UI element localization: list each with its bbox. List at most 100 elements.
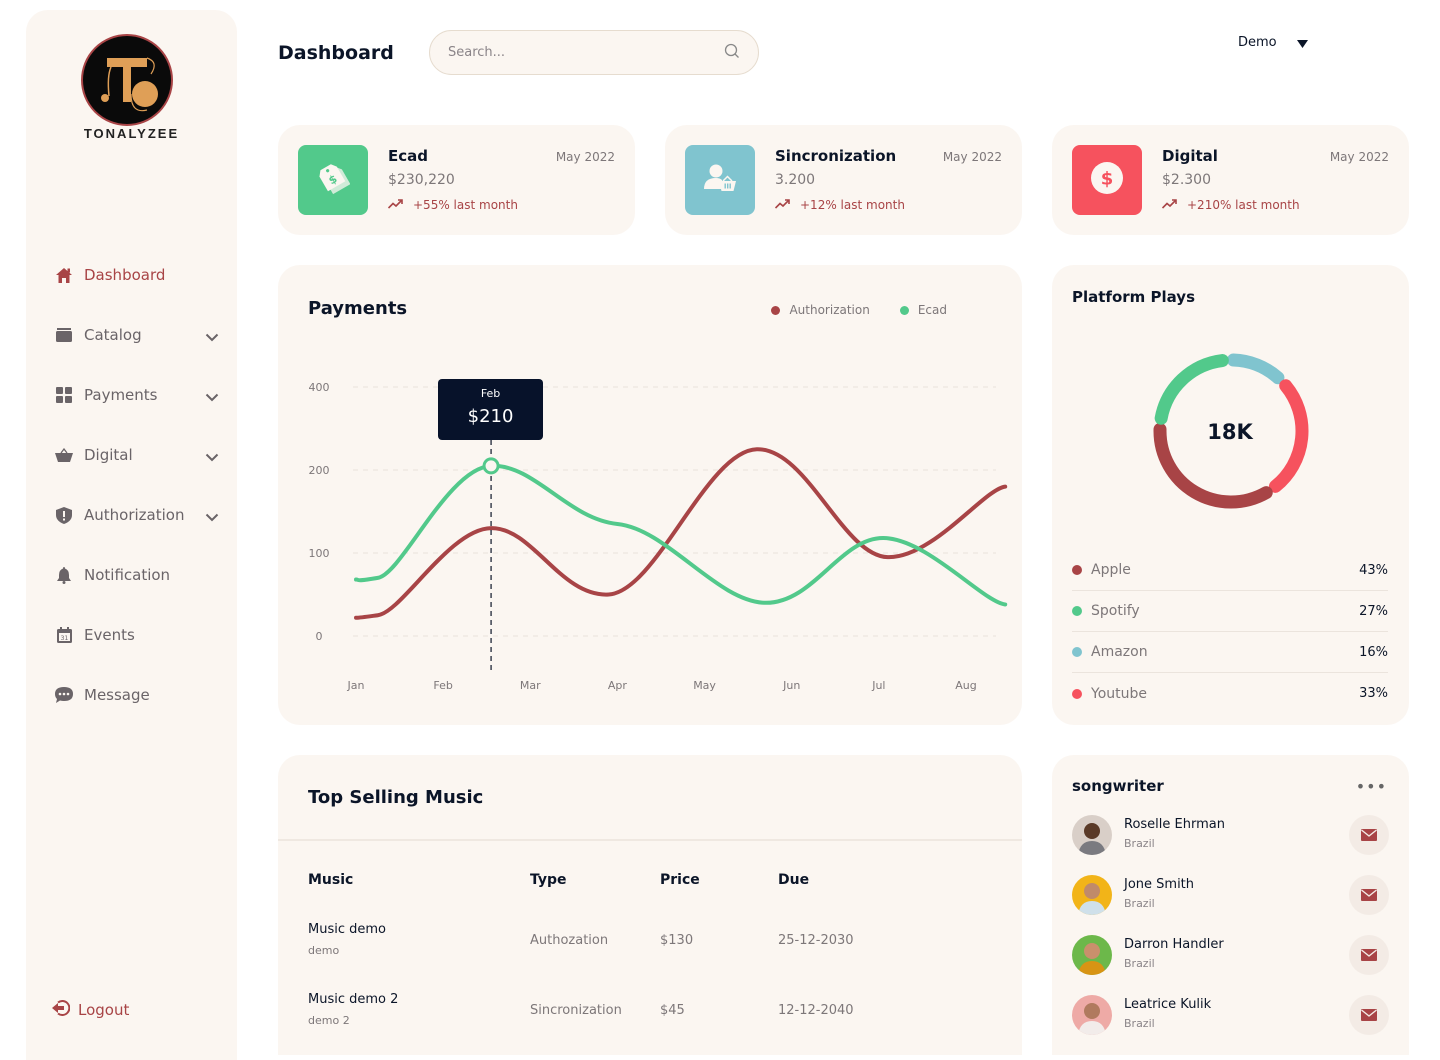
y-tick-label: 400 <box>309 381 330 394</box>
sidebar-item-label: Digital <box>84 446 133 464</box>
platform-row-amazon: Amazon 16% <box>1072 632 1388 673</box>
songwriter-item[interactable]: Leatrice Kulik Brazil <box>1072 995 1389 1035</box>
mail-button[interactable] <box>1349 815 1389 855</box>
sidebar-item-catalog[interactable]: Catalog <box>54 322 219 348</box>
payments-card: Payments Authorization Ecad 0 100 200 400 Ja… <box>278 265 1022 725</box>
sidebar-item-label: Message <box>84 686 150 704</box>
sidebar-item-notification[interactable]: Notification <box>54 562 219 588</box>
sidebar-item-payments[interactable]: Payments <box>54 382 219 408</box>
search-bar[interactable] <box>429 30 759 75</box>
sidebar-item-message[interactable]: Message <box>54 682 219 708</box>
top-selling-card: Top Selling Music Music Type Price Due M… <box>278 755 1022 1055</box>
stat-value: $2.300 <box>1162 172 1211 188</box>
series-line-authorization[interactable] <box>354 447 1008 620</box>
donut-total: 18K <box>1207 420 1253 444</box>
platform-row-youtube: Youtube 33% <box>1072 673 1388 714</box>
bell-icon <box>54 565 74 585</box>
chevron-down-icon[interactable] <box>205 327 219 346</box>
sidebar-item-label: Notification <box>84 566 171 584</box>
search-input[interactable] <box>448 45 724 60</box>
songwriter-location: Brazil <box>1124 957 1155 970</box>
songwriter-location: Brazil <box>1124 1017 1155 1030</box>
grid-icon <box>54 385 74 405</box>
column-header-due: Due <box>778 872 810 888</box>
series-line-ecad[interactable] <box>354 463 1008 607</box>
donut-segment-spotify[interactable] <box>1154 354 1229 425</box>
brand-logo <box>81 34 173 126</box>
stat-card-ecad: $ Ecad May 2022 $230,220 +55% last month <box>278 125 635 235</box>
songwriter-name: Roselle Ehrman <box>1124 817 1225 832</box>
platform-pct: 33% <box>1359 686 1388 701</box>
music-price: $45 <box>660 1003 685 1018</box>
user-menu[interactable]: Demo <box>1238 33 1308 52</box>
chevron-down-icon[interactable] <box>205 507 219 526</box>
sidebar-item-events[interactable]: 31 Events <box>54 622 219 648</box>
platform-donut-chart <box>1153 353 1309 509</box>
trend-up-icon <box>1161 198 1187 212</box>
chevron-down-icon[interactable] <box>205 447 219 466</box>
payments-chart[interactable]: 0 100 200 400 Jan Feb Mar Apr May Jun Jul Aug <box>278 265 1022 725</box>
stat-trend: +210% last month <box>1161 198 1300 212</box>
music-title: Music demo 2 <box>308 992 399 1007</box>
songwriter-item[interactable]: Darron Handler Brazil <box>1072 935 1389 975</box>
avatar <box>1072 875 1112 915</box>
column-header-price: Price <box>660 872 700 888</box>
music-price: $130 <box>660 933 694 948</box>
sidebar-item-dashboard[interactable]: Dashboard <box>54 262 219 288</box>
svg-text:31: 31 <box>60 635 68 642</box>
platform-name: Amazon <box>1091 644 1148 660</box>
stat-date: May 2022 <box>555 150 615 164</box>
mail-button[interactable] <box>1349 935 1389 975</box>
stat-title: Digital <box>1162 147 1218 165</box>
stat-title: Ecad <box>388 147 428 165</box>
more-options-icon[interactable]: ••• <box>1356 777 1387 796</box>
mail-icon <box>1361 886 1377 905</box>
mail-button[interactable] <box>1349 995 1389 1035</box>
platform-name: Youtube <box>1091 685 1147 702</box>
mail-icon <box>1361 1006 1377 1025</box>
basket-icon <box>54 445 74 465</box>
x-tick-label: Aug <box>955 679 976 692</box>
top-selling-title: Top Selling Music <box>308 787 484 808</box>
chevron-down-icon[interactable] <box>205 387 219 406</box>
page-title: Dashboard <box>278 42 394 64</box>
stat-trend: +12% last month <box>774 198 905 212</box>
search-icon[interactable] <box>724 43 740 63</box>
stat-icon-box: $ <box>1072 145 1142 215</box>
platform-dot <box>1072 565 1082 575</box>
x-tick-label: Jul <box>871 679 885 692</box>
stat-value: $230,220 <box>388 172 455 188</box>
x-tick-label: Apr <box>608 679 628 692</box>
music-title: Music demo <box>308 922 386 937</box>
column-header-music: Music <box>308 872 354 888</box>
x-tick-label: Jan <box>347 679 365 692</box>
sidebar-item-label: Authorization <box>84 506 185 524</box>
home-icon <box>54 265 74 285</box>
songwriter-item[interactable]: Roselle Ehrman Brazil <box>1072 815 1389 855</box>
calendar-icon: 31 <box>54 625 74 645</box>
songwriter-location: Brazil <box>1124 837 1155 850</box>
mail-button[interactable] <box>1349 875 1389 915</box>
sidebar: TONALYZEE Dashboard Catalog Payments Dig… <box>26 10 237 1060</box>
songwriter-name: Darron Handler <box>1124 937 1224 952</box>
stat-icon-box <box>685 145 755 215</box>
donut-segment-amazon[interactable] <box>1226 353 1285 385</box>
chat-icon <box>54 685 74 705</box>
column-header-type: Type <box>530 872 567 888</box>
platform-row-apple: Apple 43% <box>1072 550 1388 591</box>
music-due: 12-12-2040 <box>778 1003 854 1018</box>
music-type: Sincronization <box>530 1003 622 1018</box>
sidebar-item-digital[interactable]: Digital <box>54 442 219 468</box>
platform-name: Apple <box>1091 562 1131 578</box>
platform-pct: 43% <box>1359 562 1388 578</box>
mail-icon <box>1361 946 1377 965</box>
platform-dot <box>1072 647 1082 657</box>
songwriter-location: Brazil <box>1124 897 1155 910</box>
y-tick-label: 0 <box>316 630 323 643</box>
sidebar-item-authorization[interactable]: Authorization <box>54 502 219 528</box>
songwriter-title: songwriter <box>1072 777 1164 795</box>
logout-button[interactable]: Logout <box>52 1000 129 1020</box>
user-name: Demo <box>1238 35 1277 50</box>
highlight-point[interactable] <box>482 457 500 475</box>
songwriter-item[interactable]: Jone Smith Brazil <box>1072 875 1389 915</box>
